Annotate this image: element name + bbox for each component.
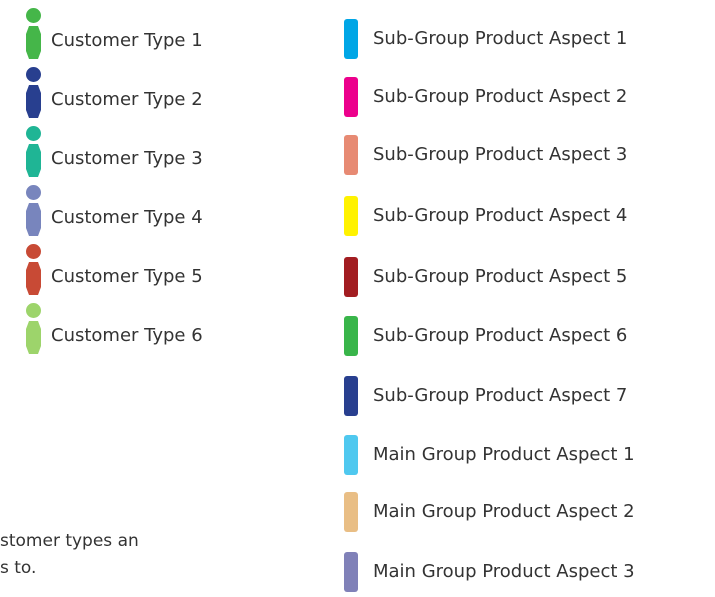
circle-icon — [26, 303, 41, 318]
legend-label: Customer Type 2 — [51, 89, 203, 110]
legend-label: Sub-Group Product Aspect 2 — [373, 86, 628, 107]
legend-item-main-group-aspect-3: Main Group Product Aspect 3 — [344, 552, 714, 592]
color-swatch — [344, 196, 358, 236]
caption-line-2: s to. — [0, 558, 37, 578]
color-swatch — [344, 552, 358, 592]
color-swatch — [344, 19, 358, 59]
color-swatch — [344, 135, 358, 175]
legend-label: Sub-Group Product Aspect 7 — [373, 385, 628, 406]
legend-label: Customer Type 1 — [51, 30, 203, 51]
circle-icon — [26, 244, 41, 259]
circle-icon — [26, 8, 41, 23]
legend-item-sub-group-aspect-7: Sub-Group Product Aspect 7 — [344, 376, 714, 416]
legend-item-sub-group-aspect-2: Sub-Group Product Aspect 2 — [344, 77, 714, 117]
hexagon-icon — [26, 262, 41, 295]
legend-label: Sub-Group Product Aspect 6 — [373, 325, 628, 346]
legend-item-sub-group-aspect-6: Sub-Group Product Aspect 6 — [344, 316, 714, 356]
hexagon-icon — [26, 26, 41, 59]
legend-item-main-group-aspect-2: Main Group Product Aspect 2 — [344, 492, 714, 532]
caption-line-1: stomer types an — [0, 531, 139, 551]
color-swatch — [344, 257, 358, 297]
legend-label: Sub-Group Product Aspect 4 — [373, 205, 628, 226]
legend-label: Sub-Group Product Aspect 5 — [373, 266, 628, 287]
legend-label: Sub-Group Product Aspect 1 — [373, 28, 628, 49]
color-swatch — [344, 77, 358, 117]
legend-item-customer-type-6: Customer Type 6 — [22, 303, 282, 363]
color-swatch — [344, 435, 358, 475]
color-swatch — [344, 376, 358, 416]
legend-label: Customer Type 4 — [51, 207, 203, 228]
legend-label: Main Group Product Aspect 3 — [373, 561, 635, 582]
legend-item-sub-group-aspect-1: Sub-Group Product Aspect 1 — [344, 19, 714, 59]
legend-item-customer-type-5: Customer Type 5 — [22, 244, 282, 304]
circle-icon — [26, 67, 41, 82]
legend-item-customer-type-1: Customer Type 1 — [22, 8, 282, 68]
hexagon-icon — [26, 203, 41, 236]
legend-label: Customer Type 5 — [51, 266, 203, 287]
legend-item-sub-group-aspect-3: Sub-Group Product Aspect 3 — [344, 135, 714, 175]
circle-icon — [26, 185, 41, 200]
legend-item-sub-group-aspect-5: Sub-Group Product Aspect 5 — [344, 257, 714, 297]
legend-item-customer-type-4: Customer Type 4 — [22, 185, 282, 245]
legend-item-customer-type-3: Customer Type 3 — [22, 126, 282, 186]
hexagon-icon — [26, 321, 41, 354]
hexagon-icon — [26, 85, 41, 118]
legend-item-customer-type-2: Customer Type 2 — [22, 67, 282, 127]
legend-label: Customer Type 6 — [51, 325, 203, 346]
legend-label: Sub-Group Product Aspect 3 — [373, 144, 628, 165]
legend-label: Main Group Product Aspect 2 — [373, 501, 635, 522]
legend-label: Customer Type 3 — [51, 148, 203, 169]
legend-item-main-group-aspect-1: Main Group Product Aspect 1 — [344, 435, 714, 475]
circle-icon — [26, 126, 41, 141]
color-swatch — [344, 316, 358, 356]
legend-label: Main Group Product Aspect 1 — [373, 444, 635, 465]
hexagon-icon — [26, 144, 41, 177]
color-swatch — [344, 492, 358, 532]
legend-item-sub-group-aspect-4: Sub-Group Product Aspect 4 — [344, 196, 714, 236]
